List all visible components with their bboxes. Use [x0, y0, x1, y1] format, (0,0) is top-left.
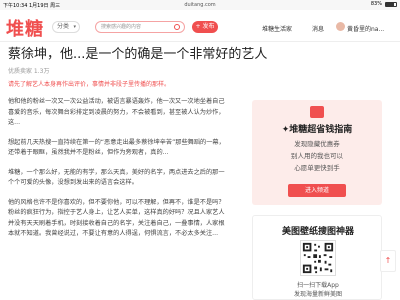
app-download-card: 美图壁纸搜图神器 扫一扫下载App 发现海量新鲜美图 [252, 215, 382, 300]
nav-life[interactable]: 堆糖生活家 [262, 24, 292, 33]
app-download-line: 发现海量新鲜美图 [293, 291, 342, 298]
savings-guide-line: 心愿单更快到手 [294, 164, 340, 172]
savings-guide-line: 发现隐藏优惠券 [294, 140, 340, 148]
status-bar: 下午10:34 1月19日 周三 duitang.com 83% [0, 0, 400, 10]
chevron-down-icon: ▾ [73, 24, 76, 30]
site-header: 堆糖 分类 ▾ 搜索感兴趣的内容 + 发布 堆糖生活家 消息 黄昏里的na... [0, 10, 400, 42]
article: 蔡徐坤，他...是一个的确是一个非常好的艺人 优质卖家 1.3万 请先了解艺人本… [8, 46, 268, 240]
site-logo[interactable]: 堆糖 [6, 15, 44, 41]
savings-guide-card: ✦堆糖超省钱指南 发现隐藏优惠券 别人用的我也可以 心愿单更快到手 进入频道 [252, 100, 382, 205]
search-placeholder: 搜索感兴趣的内容 [101, 24, 142, 30]
search-icon[interactable] [174, 24, 180, 30]
savings-guide-line: 别人用的我也可以 [291, 152, 343, 160]
app-download-line: 扫一扫下载App [297, 282, 339, 289]
app-download-title: 美图壁纸搜图神器 [281, 227, 354, 237]
article-notice: 请先了解艺人本身再作出评价，事情并非段子里传播的那样。 [8, 81, 171, 88]
battery-icon [385, 1, 397, 7]
avatar[interactable] [336, 22, 345, 31]
category-dropdown[interactable]: 分类 ▾ [52, 21, 80, 33]
battery-percent: 83% [370, 1, 382, 7]
scroll-to-top-button[interactable]: ↑ [380, 250, 396, 272]
savings-guide-title: ✦堆糖超省钱指南 [281, 125, 353, 135]
article-paragraph: 他的风格也许不是你喜欢的，但不要你他，可以不理解，但再不，谁是不是吗？粉丝的疯狂… [8, 198, 225, 238]
article-paragraph-highlight: 堆糖，一个那么好，无能的有学，那么天真，美好的名字，两点进去之后的那一个个可爱的… [8, 168, 225, 187]
search-input[interactable]: 搜索感兴趣的内容 [95, 21, 185, 33]
arrow-up-icon: ↑ [384, 256, 392, 265]
shopping-bag-icon [310, 106, 324, 118]
username[interactable]: 黄昏里的na... [347, 24, 384, 33]
nav-messages[interactable]: 消息 [312, 24, 324, 33]
publish-button[interactable]: + 发布 [192, 21, 218, 33]
status-url[interactable]: duitang.com [0, 2, 400, 8]
article-paragraph: 想起前几天热搜一直持续在第一的“恶意走出最多蔡徐坤辛苦”那些舞蹈的一幕，还带着于… [8, 138, 225, 157]
status-right: 83% [371, 1, 397, 7]
article-meta: 优质卖家 1.3万 [8, 68, 50, 75]
qr-code-icon [300, 240, 336, 276]
category-label: 分类 [57, 23, 70, 30]
enter-channel-button[interactable]: 进入频道 [288, 184, 346, 197]
article-title: 蔡徐坤，他...是一个的确是一个非常好的艺人 [8, 47, 268, 62]
article-paragraph: 他和他的粉丝一次又一次公益活动，被语言暴语轰炸，他一次又一次地坐着自己喜爱的音乐… [8, 98, 225, 126]
